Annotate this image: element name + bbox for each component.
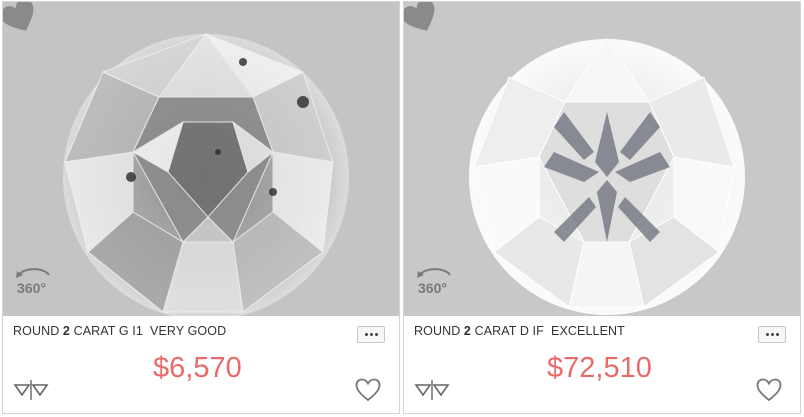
diamond-card[interactable]: 360° ROUND 2 CARAT G I1 VERY GOOD $6,570 xyxy=(2,1,400,414)
carat-unit: CARAT xyxy=(474,324,517,338)
diamond-photo[interactable]: 360° xyxy=(3,2,399,316)
carat-value: 2 xyxy=(463,324,471,338)
compare-icon[interactable] xyxy=(414,379,450,401)
carat-value: 2 xyxy=(62,324,70,338)
diamond-image xyxy=(469,38,745,315)
diamond-card[interactable]: 360° ROUND 2 CARAT D IF EXCELLENT $72,51… xyxy=(403,1,801,414)
shape-text: ROUND xyxy=(414,324,461,338)
more-options-icon[interactable] xyxy=(357,326,385,343)
rotate-360-icon[interactable]: 360° xyxy=(414,265,456,303)
listing-title[interactable]: ROUND 2 CARAT D IF EXCELLENT xyxy=(414,324,625,338)
color-clarity-text: D IF xyxy=(519,324,544,338)
cut-text: VERY GOOD xyxy=(150,324,227,338)
diamond-image xyxy=(63,32,349,316)
rotate-360-icon[interactable]: 360° xyxy=(13,265,55,303)
heart-icon[interactable] xyxy=(355,378,381,402)
cut-text: EXCELLENT xyxy=(551,324,625,338)
color-clarity-text: G I1 xyxy=(118,324,143,338)
rotate-360-label: 360° xyxy=(418,280,447,296)
price-text: $6,570 xyxy=(153,352,242,384)
price-text: $72,510 xyxy=(547,352,652,384)
rotate-360-label: 360° xyxy=(17,280,46,296)
heart-overlay-icon[interactable] xyxy=(404,2,438,34)
diamond-photo[interactable]: 360° xyxy=(404,2,800,316)
listing-title[interactable]: ROUND 2 CARAT G I1 VERY GOOD xyxy=(13,324,226,338)
heart-icon[interactable] xyxy=(756,378,782,402)
more-options-icon[interactable] xyxy=(758,326,786,343)
compare-icon[interactable] xyxy=(13,379,49,401)
heart-overlay-icon[interactable] xyxy=(3,2,37,34)
carat-unit: CARAT xyxy=(73,324,116,338)
shape-text: ROUND xyxy=(13,324,60,338)
